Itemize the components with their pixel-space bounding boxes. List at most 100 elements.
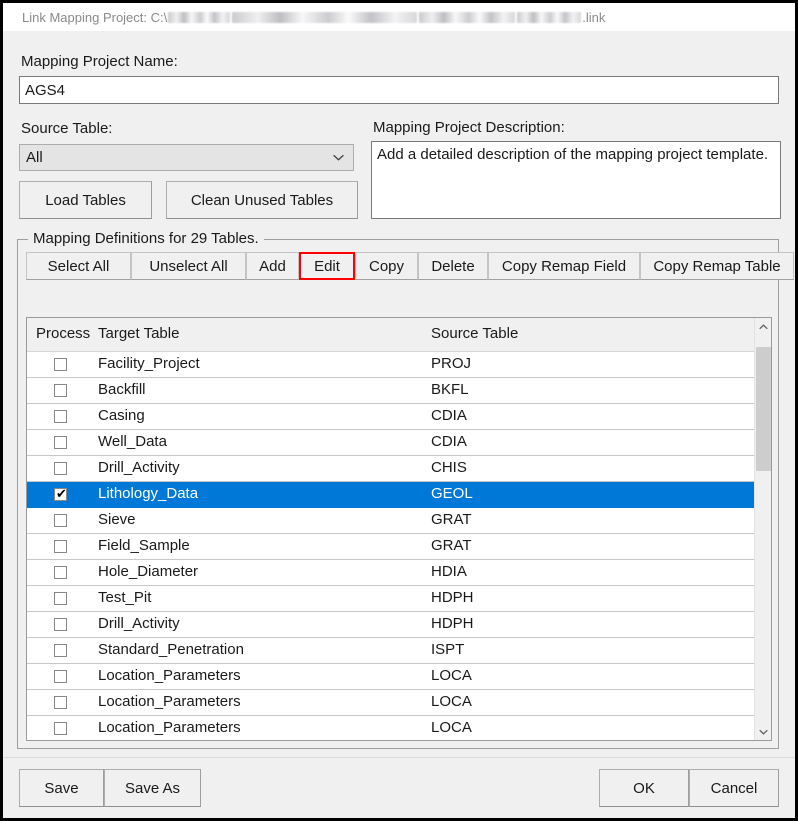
source-table-cell: LOCA bbox=[431, 719, 472, 736]
process-checkbox[interactable] bbox=[54, 644, 67, 657]
clean-unused-tables-button[interactable]: Clean Unused Tables bbox=[166, 181, 358, 219]
project-name-input[interactable] bbox=[19, 76, 779, 104]
process-checkbox[interactable] bbox=[54, 670, 67, 683]
source-table-cell: CDIA bbox=[431, 433, 467, 450]
target-table-cell: Field_Sample bbox=[98, 537, 190, 554]
table-row[interactable]: Backfill BKFL bbox=[27, 378, 771, 404]
save-as-button[interactable]: Save As bbox=[104, 769, 201, 807]
redacted-path-segment bbox=[168, 11, 231, 23]
source-table-cell: ISPT bbox=[431, 641, 465, 658]
save-button[interactable]: Save bbox=[19, 769, 104, 807]
target-table-cell: Hole_Diameter bbox=[98, 563, 199, 580]
target-table-cell: Location_Parameters bbox=[98, 693, 241, 710]
footer-bar: Save Save As OK Cancel bbox=[3, 757, 795, 818]
column-header-process: Process bbox=[36, 325, 91, 342]
link-mapping-project-window: Link Mapping Project: C:\ .link Mapping … bbox=[0, 0, 798, 821]
source-table-label: Source Table: bbox=[21, 120, 113, 137]
table-row[interactable]: Drill_Activity HDPH bbox=[27, 612, 771, 638]
process-checkbox[interactable] bbox=[54, 384, 67, 397]
source-table-cell: LOCA bbox=[431, 667, 472, 684]
ok-button[interactable]: OK bbox=[599, 769, 689, 807]
table-row[interactable]: Well_Data CDIA bbox=[27, 430, 771, 456]
source-table-selected-value: All bbox=[26, 149, 43, 166]
scroll-up-arrow-icon[interactable] bbox=[755, 318, 771, 335]
source-table-cell: GRAT bbox=[431, 511, 472, 528]
process-checkbox[interactable] bbox=[54, 462, 67, 475]
target-table-cell: Location_Parameters bbox=[98, 667, 241, 684]
target-table-cell: Location_Parameters bbox=[98, 719, 241, 736]
redacted-path-segment bbox=[232, 11, 418, 23]
description-textarea[interactable]: Add a detailed description of the mappin… bbox=[371, 141, 781, 219]
source-table-cell: GEOL bbox=[431, 485, 473, 502]
process-checkbox[interactable] bbox=[54, 358, 67, 371]
process-checkbox[interactable] bbox=[54, 696, 67, 709]
column-header-target-table: Target Table bbox=[98, 325, 180, 342]
source-table-dropdown[interactable]: All bbox=[19, 144, 354, 171]
table-row[interactable]: Location_Parameters LOCA bbox=[27, 716, 771, 740]
add-button[interactable]: Add bbox=[246, 252, 299, 280]
target-table-cell: Drill_Activity bbox=[98, 459, 180, 476]
redacted-path-segment bbox=[517, 11, 582, 23]
copy-button[interactable]: Copy bbox=[355, 252, 418, 280]
scrollbar-thumb[interactable] bbox=[756, 346, 771, 471]
mapping-definitions-list[interactable]: Process Target Table Source Table Facili… bbox=[26, 317, 772, 741]
column-header-source-table: Source Table bbox=[431, 325, 519, 342]
scroll-down-arrow-icon[interactable] bbox=[755, 723, 771, 740]
table-row[interactable]: Sieve GRAT bbox=[27, 508, 771, 534]
table-row[interactable]: Field_Sample GRAT bbox=[27, 534, 771, 560]
process-checkbox[interactable] bbox=[54, 436, 67, 449]
process-checkbox[interactable] bbox=[54, 592, 67, 605]
process-checkbox[interactable] bbox=[54, 410, 67, 423]
window-title-prefix: Link Mapping Project: C:\ bbox=[22, 9, 168, 25]
target-table-cell: Test_Pit bbox=[98, 589, 152, 606]
window-title-suffix: .link bbox=[582, 9, 606, 25]
mapping-toolbar: Select All Unselect All Add Edit Copy De… bbox=[26, 252, 794, 281]
source-table-cell: CDIA bbox=[431, 407, 467, 424]
delete-button[interactable]: Delete bbox=[418, 252, 488, 280]
table-row[interactable]: Test_Pit HDPH bbox=[27, 586, 771, 612]
window-title: Link Mapping Project: C:\ .link bbox=[3, 10, 605, 25]
source-table-cell: HDPH bbox=[431, 615, 474, 632]
process-checkbox[interactable] bbox=[54, 540, 67, 553]
process-checkbox[interactable] bbox=[54, 566, 67, 579]
list-header: Process Target Table Source Table bbox=[27, 318, 771, 352]
target-table-cell: Standard_Penetration bbox=[98, 641, 244, 658]
source-table-cell: LOCA bbox=[431, 693, 472, 710]
edit-button[interactable]: Edit bbox=[299, 252, 355, 280]
source-table-cell: GRAT bbox=[431, 537, 472, 554]
table-row[interactable]: Facility_Project PROJ bbox=[27, 352, 771, 378]
source-table-cell: BKFL bbox=[431, 381, 469, 398]
target-table-cell: Well_Data bbox=[98, 433, 167, 450]
project-name-label: Mapping Project Name: bbox=[21, 53, 178, 70]
process-checkbox[interactable] bbox=[54, 722, 67, 735]
mapping-definitions-title: Mapping Definitions for 29 Tables. bbox=[28, 230, 264, 247]
table-row[interactable]: Hole_Diameter HDIA bbox=[27, 560, 771, 586]
target-table-cell: Casing bbox=[98, 407, 145, 424]
table-row[interactable]: Location_Parameters LOCA bbox=[27, 690, 771, 716]
list-scrollbar[interactable] bbox=[754, 318, 771, 740]
process-checkbox[interactable]: ✔ bbox=[54, 486, 67, 501]
copy-remap-field-button[interactable]: Copy Remap Field bbox=[488, 252, 640, 280]
chevron-down-icon bbox=[333, 154, 344, 161]
target-table-cell: Facility_Project bbox=[98, 355, 200, 372]
source-table-cell: HDPH bbox=[431, 589, 474, 606]
title-bar: Link Mapping Project: C:\ .link bbox=[3, 3, 795, 31]
client-area: Mapping Project Name: Source Table: All … bbox=[3, 31, 795, 818]
table-row[interactable]: Drill_Activity CHIS bbox=[27, 456, 771, 482]
select-all-button[interactable]: Select All bbox=[26, 252, 131, 280]
cancel-button[interactable]: Cancel bbox=[689, 769, 779, 807]
redacted-path-segment bbox=[419, 11, 516, 23]
process-checkbox[interactable] bbox=[54, 514, 67, 527]
description-label: Mapping Project Description: bbox=[373, 119, 565, 136]
process-checkbox[interactable] bbox=[54, 618, 67, 631]
unselect-all-button[interactable]: Unselect All bbox=[131, 252, 246, 280]
table-row[interactable]: Location_Parameters LOCA bbox=[27, 664, 771, 690]
load-tables-button[interactable]: Load Tables bbox=[19, 181, 152, 219]
table-row[interactable]: Casing CDIA bbox=[27, 404, 771, 430]
source-table-cell: PROJ bbox=[431, 355, 472, 372]
copy-remap-table-button[interactable]: Copy Remap Table bbox=[640, 252, 794, 280]
source-table-cell: CHIS bbox=[431, 459, 467, 476]
check-icon: ✔ bbox=[56, 486, 67, 501]
table-row[interactable]: Standard_Penetration ISPT bbox=[27, 638, 771, 664]
table-row[interactable]: ✔ Lithology_Data GEOL bbox=[27, 482, 771, 508]
